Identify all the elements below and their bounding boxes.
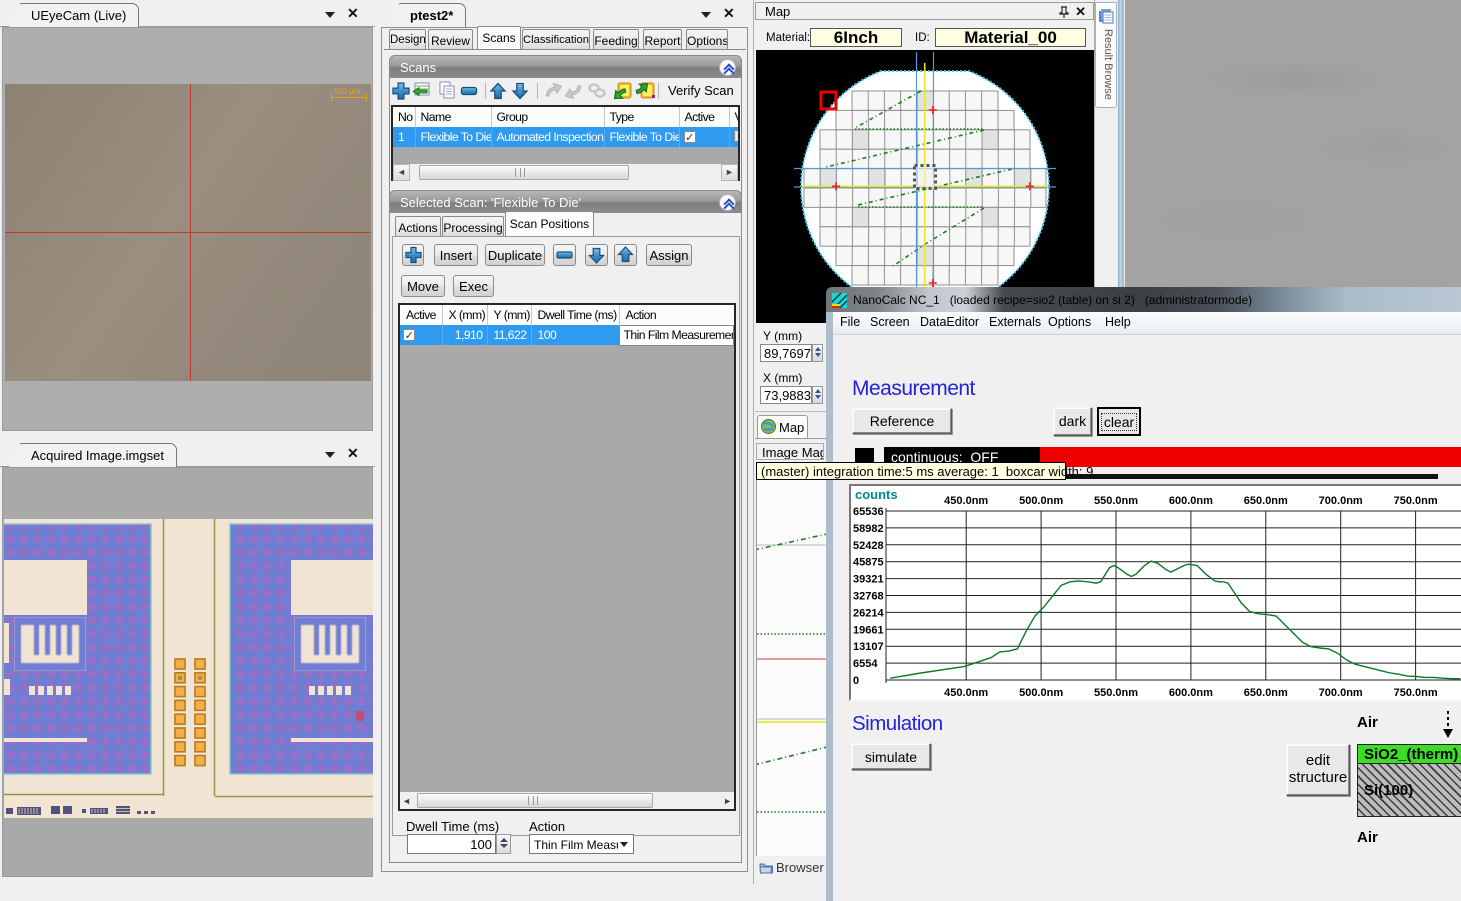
svg-text:Verify Scan: Verify Scan	[668, 83, 734, 98]
svg-text:650.0nm: 650.0nm	[1244, 687, 1288, 699]
svg-text:45875: 45875	[853, 557, 884, 569]
svg-text:19661: 19661	[853, 624, 884, 636]
svg-text:700.0nm: 700.0nm	[1319, 495, 1363, 507]
svg-text:13107: 13107	[853, 641, 884, 653]
svg-text:450.0nm: 450.0nm	[944, 687, 988, 699]
svg-text:52428: 52428	[853, 540, 884, 552]
svg-text:550.0nm: 550.0nm	[1094, 687, 1138, 699]
svg-text:650.0nm: 650.0nm	[1244, 495, 1288, 507]
svg-text:550.0nm: 550.0nm	[1094, 495, 1138, 507]
svg-text:32768: 32768	[853, 591, 884, 603]
svg-text:26214: 26214	[853, 607, 884, 619]
svg-text:counts: counts	[855, 487, 898, 502]
svg-text:750.0nm: 750.0nm	[1394, 687, 1438, 699]
svg-text:500.0nm: 500.0nm	[1019, 495, 1063, 507]
svg-text:39321: 39321	[853, 574, 884, 586]
svg-text:700.0nm: 700.0nm	[1319, 687, 1363, 699]
svg-text:600.0nm: 600.0nm	[1169, 495, 1213, 507]
svg-text:0: 0	[853, 675, 859, 687]
svg-text:450.0nm: 450.0nm	[944, 495, 988, 507]
svg-text:65536: 65536	[853, 506, 884, 518]
svg-text:750.0nm: 750.0nm	[1394, 495, 1438, 507]
svg-text:600.0nm: 600.0nm	[1169, 687, 1213, 699]
svg-text:6554: 6554	[853, 658, 878, 670]
svg-text:58982: 58982	[853, 523, 884, 535]
svg-text:500.0nm: 500.0nm	[1019, 687, 1063, 699]
